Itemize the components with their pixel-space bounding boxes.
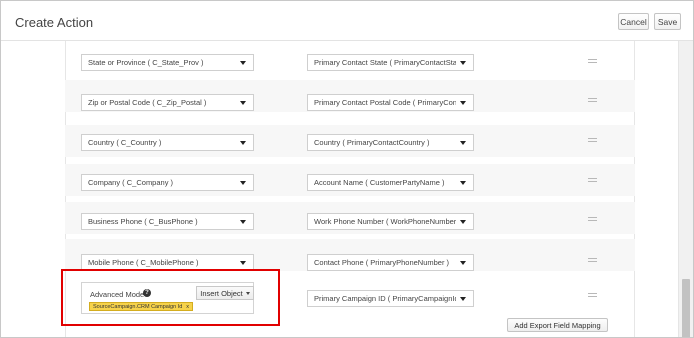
target-field-select[interactable]: Contact Phone ( PrimaryPhoneNumber ) bbox=[307, 254, 474, 271]
source-field-value: State or Province ( C_State_Prov ) bbox=[88, 58, 204, 67]
drag-handle-icon[interactable] bbox=[588, 59, 597, 66]
dropdown-caret-icon bbox=[240, 260, 246, 265]
source-field-value: Company ( C_Company ) bbox=[88, 178, 174, 187]
target-field-value: Primary Campaign ID ( PrimaryCampaignId … bbox=[314, 294, 456, 303]
dropdown-caret-icon bbox=[240, 219, 246, 224]
drag-handle-icon[interactable] bbox=[588, 178, 597, 185]
drag-handle-icon[interactable] bbox=[588, 258, 597, 265]
target-field-select[interactable]: Primary Contact Postal Code ( PrimaryCon… bbox=[307, 94, 474, 111]
create-action-dialog: Create Action Cancel Save State or Provi… bbox=[0, 0, 694, 338]
target-field-value: Account Name ( CustomerPartyName ) bbox=[314, 178, 445, 187]
dropdown-caret-icon bbox=[240, 60, 246, 65]
target-field-select[interactable]: Account Name ( CustomerPartyName ) bbox=[307, 174, 474, 191]
target-field-value: Contact Phone ( PrimaryPhoneNumber ) bbox=[314, 258, 450, 267]
source-field-select[interactable]: Company ( C_Company ) bbox=[81, 174, 254, 191]
dialog-header: Create Action Cancel Save bbox=[1, 1, 693, 41]
drag-handle-icon[interactable] bbox=[588, 98, 597, 105]
source-field-value: Country ( C_Country ) bbox=[88, 138, 162, 147]
dialog-title: Create Action bbox=[15, 15, 94, 30]
dropdown-caret-icon bbox=[460, 140, 466, 145]
target-field-select[interactable]: Primary Contact State ( PrimaryContactSt… bbox=[307, 54, 474, 71]
target-field-select[interactable]: Country ( PrimaryContactCountry ) bbox=[307, 134, 474, 151]
target-field-value: Primary Contact State ( PrimaryContactSt… bbox=[314, 58, 456, 67]
drag-handle-icon[interactable] bbox=[588, 293, 597, 300]
target-field-select[interactable]: Work Phone Number ( WorkPhoneNumber ) bbox=[307, 213, 474, 230]
save-button[interactable]: Save bbox=[654, 13, 681, 30]
vertical-scrollbar[interactable] bbox=[678, 41, 693, 337]
source-field-value: Mobile Phone ( C_MobilePhone ) bbox=[88, 258, 199, 267]
source-field-select[interactable]: Country ( C_Country ) bbox=[81, 134, 254, 151]
target-field-value: Primary Contact Postal Code ( PrimaryCon… bbox=[314, 98, 456, 107]
highlight-annotation bbox=[61, 269, 280, 326]
dropdown-caret-icon bbox=[240, 180, 246, 185]
dropdown-caret-icon bbox=[240, 100, 246, 105]
target-field-select[interactable]: Primary Campaign ID ( PrimaryCampaignId … bbox=[307, 290, 474, 307]
source-field-value: Business Phone ( C_BusPhone ) bbox=[88, 217, 198, 226]
cancel-button[interactable]: Cancel bbox=[618, 13, 649, 30]
drag-handle-icon[interactable] bbox=[588, 217, 597, 224]
source-field-select[interactable]: State or Province ( C_State_Prov ) bbox=[81, 54, 254, 71]
target-field-value: Country ( PrimaryContactCountry ) bbox=[314, 138, 430, 147]
target-field-value: Work Phone Number ( WorkPhoneNumber ) bbox=[314, 217, 456, 226]
add-export-field-mapping-button[interactable]: Add Export Field Mapping bbox=[507, 318, 608, 332]
dropdown-caret-icon bbox=[460, 296, 466, 301]
scrollbar-thumb[interactable] bbox=[682, 279, 690, 337]
dropdown-caret-icon bbox=[460, 60, 466, 65]
source-field-value: Zip or Postal Code ( C_Zip_Postal ) bbox=[88, 98, 207, 107]
source-field-select[interactable]: Business Phone ( C_BusPhone ) bbox=[81, 213, 254, 230]
drag-handle-icon[interactable] bbox=[588, 138, 597, 145]
dropdown-caret-icon bbox=[460, 260, 466, 265]
dropdown-caret-icon bbox=[460, 180, 466, 185]
dropdown-caret-icon bbox=[240, 140, 246, 145]
source-field-select[interactable]: Zip or Postal Code ( C_Zip_Postal ) bbox=[81, 94, 254, 111]
dropdown-caret-icon bbox=[460, 100, 466, 105]
dropdown-caret-icon bbox=[460, 219, 466, 224]
